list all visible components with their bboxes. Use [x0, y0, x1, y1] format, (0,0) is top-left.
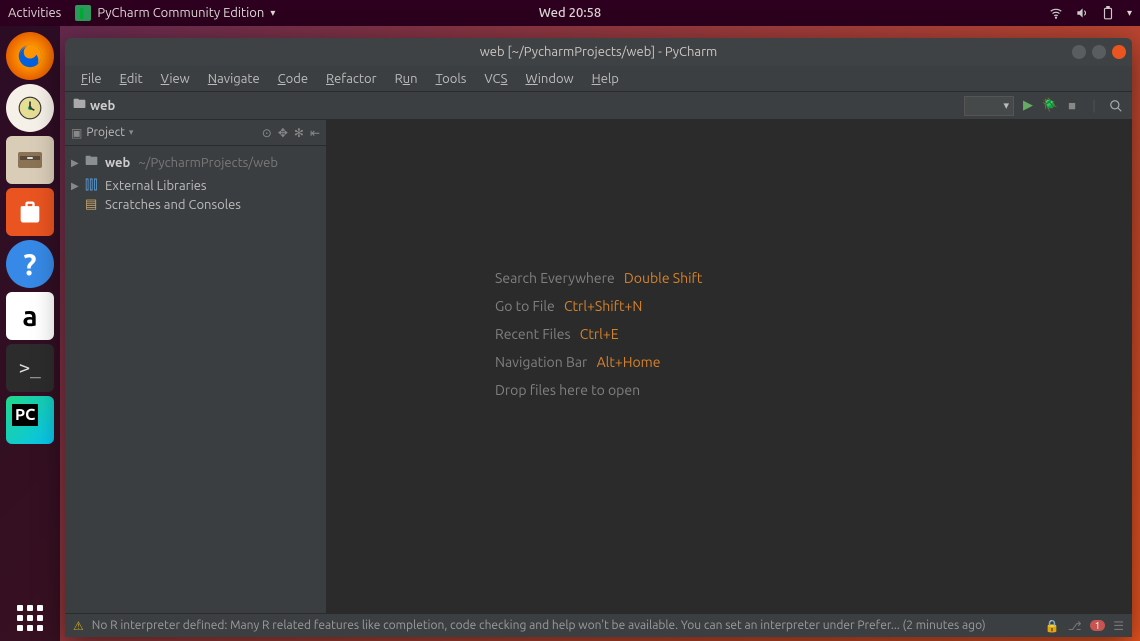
menubar: File Edit View Navigate Code Refactor Ru… — [65, 66, 1132, 92]
run-config-dropdown[interactable]: ▾ — [964, 96, 1014, 116]
hide-panel-icon[interactable]: ⇤ — [310, 126, 320, 140]
status-git-icon[interactable]: ⎇ — [1068, 619, 1082, 633]
project-tree[interactable]: ▶ 🖿 web ~/PycharmProjects/web ▶ ⫿⫿⫿ Exte… — [65, 146, 326, 218]
app-menu-label: PyCharm Community Edition — [97, 6, 264, 20]
hint-label: Drop files here to open — [495, 382, 640, 398]
pycharm-window: web [~/PycharmProjects/web] - PyCharm Fi… — [65, 38, 1132, 637]
hint-go-to-file: Go to File Ctrl+Shift+N — [495, 298, 642, 314]
hint-shortcut: Double Shift — [624, 270, 702, 286]
close-button[interactable] — [1112, 45, 1126, 59]
breadcrumb[interactable]: web — [90, 99, 115, 113]
volume-icon[interactable] — [1075, 6, 1089, 20]
scroll-to-source-icon[interactable]: ✥ — [278, 126, 288, 140]
minimize-button[interactable] — [1072, 45, 1086, 59]
library-icon: ⫿⫿⫿ — [85, 178, 101, 193]
titlebar[interactable]: web [~/PycharmProjects/web] - PyCharm — [65, 38, 1132, 66]
ubuntu-top-panel: Activities ▌ PyCharm Community Edition W… — [0, 0, 1140, 26]
hint-label: Go to File — [495, 298, 555, 314]
maximize-button[interactable] — [1092, 45, 1106, 59]
tree-root[interactable]: ▶ 🖿 web ~/PycharmProjects/web — [71, 150, 320, 176]
hint-label: Recent Files — [495, 326, 571, 342]
tree-item-label: Scratches and Consoles — [105, 198, 241, 212]
menu-edit[interactable]: Edit — [112, 70, 151, 88]
menu-help[interactable]: Help — [584, 70, 627, 88]
status-bar: ⚠ No R interpreter defined: Many R relat… — [65, 613, 1132, 637]
menu-navigate[interactable]: Navigate — [200, 70, 268, 88]
folder-icon: 🖿 — [73, 95, 86, 117]
app-menu[interactable]: ▌ PyCharm Community Edition — [75, 5, 275, 21]
battery-icon[interactable] — [1101, 6, 1115, 20]
menu-view[interactable]: View — [153, 70, 198, 88]
project-tab-label[interactable]: Project — [86, 126, 125, 139]
folder-icon: 🖿 — [85, 152, 101, 174]
project-tool-window: ▣ Project ▾ ⊙ ✥ ✻ ⇤ ▶ 🖿 web ~/PycharmPro… — [65, 120, 327, 613]
tree-external-libraries[interactable]: ▶ ⫿⫿⫿ External Libraries — [71, 176, 320, 195]
debug-icon[interactable]: 🪲 — [1042, 98, 1058, 114]
hint-navigation-bar: Navigation Bar Alt+Home — [495, 354, 661, 370]
chevron-right-icon[interactable]: ▶ — [71, 180, 81, 192]
network-icon[interactable] — [1049, 6, 1063, 20]
status-warning-icon[interactable]: ⚠ — [73, 619, 84, 633]
menu-run[interactable]: Run — [387, 70, 426, 88]
chevron-right-icon[interactable]: ▶ — [71, 157, 81, 169]
dock-show-applications[interactable] — [17, 605, 43, 631]
stop-icon[interactable]: ■ — [1064, 98, 1080, 114]
tree-item-label: External Libraries — [105, 179, 207, 193]
dock-clock[interactable] — [6, 84, 54, 132]
hint-label: Search Everywhere — [495, 270, 615, 286]
dock-files[interactable] — [6, 136, 54, 184]
tree-scratches[interactable]: ▤ Scratches and Consoles — [71, 195, 320, 214]
editor-empty-state[interactable]: Search Everywhere Double Shift Go to Fil… — [327, 120, 1132, 613]
hint-shortcut: Ctrl+E — [580, 326, 619, 342]
tree-root-path: ~/PycharmProjects/web — [138, 156, 278, 170]
project-tab-icon: ▣ — [71, 126, 82, 140]
panel-clock[interactable]: Wed 20:58 — [539, 6, 601, 20]
window-title: web [~/PycharmProjects/web] - PyCharm — [480, 45, 718, 59]
hint-search-everywhere: Search Everywhere Double Shift — [495, 270, 702, 286]
hint-shortcut: Alt+Home — [597, 354, 661, 370]
collapse-all-icon[interactable]: ⊙ — [262, 126, 272, 140]
dock-help[interactable]: ? — [6, 240, 54, 288]
menu-vcs[interactable]: VCS — [476, 70, 515, 88]
status-message[interactable]: No R interpreter defined: Many R related… — [92, 619, 1037, 632]
menu-refactor[interactable]: Refactor — [318, 70, 385, 88]
dock-firefox[interactable] — [6, 32, 54, 80]
nav-toolbar: 🖿 web ▾ ▶ 🪲 ■ | — [65, 92, 1132, 120]
event-log-badge[interactable]: 1 — [1090, 620, 1106, 631]
menu-code[interactable]: Code — [270, 70, 316, 88]
menu-file[interactable]: File — [73, 70, 110, 88]
dock-amazon[interactable]: a — [6, 292, 54, 340]
menu-tools[interactable]: Tools — [428, 70, 475, 88]
toolbar-separator: | — [1086, 98, 1102, 114]
project-view-dropdown-icon[interactable]: ▾ — [129, 127, 134, 138]
dock-terminal[interactable]: >_ — [6, 344, 54, 392]
settings-gear-icon[interactable]: ✻ — [294, 126, 304, 140]
run-icon[interactable]: ▶ — [1020, 98, 1036, 114]
menu-window[interactable]: Window — [517, 70, 581, 88]
dock-software[interactable] — [6, 188, 54, 236]
hint-label: Navigation Bar — [495, 354, 587, 370]
hint-shortcut: Ctrl+Shift+N — [564, 298, 642, 314]
ubuntu-dock: ? a >_ PC — [0, 26, 60, 641]
dock-pycharm[interactable]: PC — [6, 396, 54, 444]
system-menu-arrow[interactable]: ▾ — [1127, 7, 1132, 19]
status-lock-icon[interactable]: 🔒 — [1045, 619, 1060, 633]
activities-button[interactable]: Activities — [8, 6, 61, 20]
hint-recent-files: Recent Files Ctrl+E — [495, 326, 619, 342]
status-hector-icon[interactable]: ☰ — [1113, 619, 1124, 633]
pycharm-mini-icon: ▌ — [75, 5, 91, 21]
scratch-icon: ▤ — [85, 197, 101, 212]
tree-root-name: web — [105, 156, 130, 170]
search-icon[interactable] — [1108, 98, 1124, 114]
hint-drop-files: Drop files here to open — [495, 382, 640, 398]
